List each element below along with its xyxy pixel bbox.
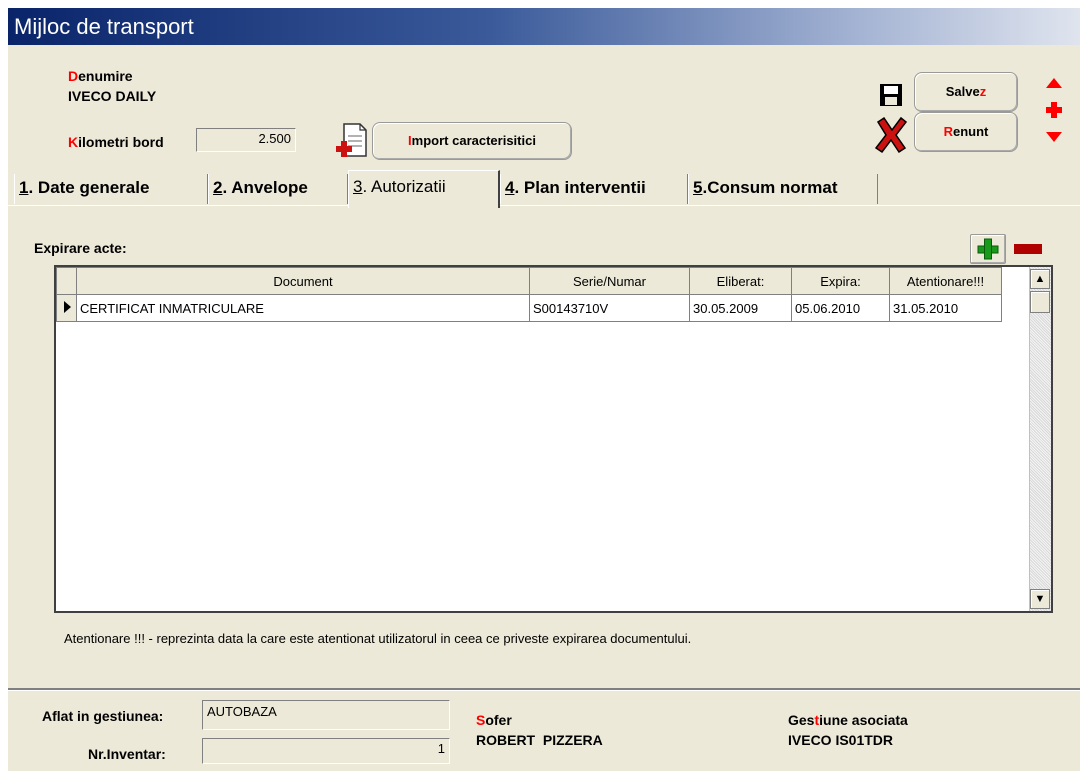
km-label: Kilometri bord — [68, 134, 164, 150]
gestiune-asociata-label: Gestiune asociata — [788, 712, 908, 728]
gestiune-asociata-value: IVECO IS01TDR — [788, 732, 894, 748]
arrow-down-icon[interactable] — [1044, 130, 1064, 144]
sofer-label: Sofer — [476, 712, 512, 728]
salvez-button[interactable]: Salvez — [914, 72, 1018, 112]
column-header-eliberat[interactable]: Eliberat: — [689, 267, 792, 295]
inventar-field[interactable]: 1 — [202, 738, 450, 764]
add-plus-icon[interactable] — [1044, 100, 1064, 120]
cell-atentionare[interactable]: 31.05.2010 — [889, 294, 1002, 322]
sofer-value: ROBERT PIZZERA — [476, 732, 603, 748]
cell-serie[interactable]: S00143710V — [529, 294, 690, 322]
gestiune-field[interactable]: AUTOBAZA — [202, 700, 450, 730]
column-header-expira[interactable]: Expira: — [791, 267, 890, 295]
indicator-header — [56, 267, 77, 295]
acte-table: Document Serie/Numar Eliberat: Expira: A… — [56, 267, 1002, 322]
tab-consum-normat[interactable]: 5.Consum normat — [688, 174, 878, 204]
denumire-label: Denumire — [68, 68, 133, 84]
column-header-document[interactable]: Document — [76, 267, 530, 295]
column-header-serie[interactable]: Serie/Numar — [529, 267, 690, 295]
import-document-icon[interactable] — [334, 122, 368, 162]
app-window: Mijloc de transport Denumire IVECO DAILY… — [8, 8, 1080, 771]
tab-autorizatii[interactable]: 3. Autorizatii — [348, 170, 500, 208]
expirare-acte-label: Expirare acte: — [34, 240, 127, 256]
window-title: Mijloc de transport — [14, 14, 194, 39]
acte-grid[interactable]: Document Serie/Numar Eliberat: Expira: A… — [54, 265, 1053, 613]
scroll-up-arrow-icon[interactable]: ▲ — [1030, 269, 1050, 289]
table-row[interactable]: CERTIFICAT INMATRICULARE S00143710V 30.0… — [56, 294, 1002, 322]
row-pointer-icon — [56, 294, 77, 322]
vertical-scrollbar[interactable]: ▲ ▼ — [1029, 267, 1051, 611]
renunt-button[interactable]: Renunt — [914, 112, 1018, 152]
column-header-atentionare[interactable]: Atentionare!!! — [889, 267, 1002, 295]
import-caracteristici-button[interactable]: Import caracterisitici — [372, 122, 572, 160]
scroll-thumb[interactable] — [1030, 291, 1050, 313]
inventar-label: Nr.Inventar: — [88, 746, 166, 762]
km-field[interactable]: 2.500 — [196, 128, 296, 152]
title-bar: Mijloc de transport — [8, 8, 1080, 45]
denumire-value: IVECO DAILY — [68, 88, 157, 104]
save-disk-icon — [878, 82, 904, 108]
tab-plan-interventii[interactable]: 4. Plan interventii — [500, 174, 688, 204]
cancel-x-icon — [874, 116, 908, 154]
cell-expira[interactable]: 05.06.2010 — [791, 294, 890, 322]
tab-anvelope[interactable]: 2. Anvelope — [208, 174, 348, 204]
cell-document[interactable]: CERTIFICAT INMATRICULARE — [76, 294, 530, 322]
tab-date-generale[interactable]: 1. Date generale — [14, 174, 208, 204]
cell-eliberat[interactable]: 30.05.2009 — [689, 294, 792, 322]
footer-divider — [8, 688, 1080, 691]
delete-row-icon[interactable] — [1014, 244, 1042, 254]
arrow-up-icon[interactable] — [1044, 76, 1064, 90]
table-header-row: Document Serie/Numar Eliberat: Expira: A… — [56, 267, 1002, 295]
add-row-button[interactable] — [970, 234, 1006, 264]
scroll-down-arrow-icon[interactable]: ▼ — [1030, 589, 1050, 609]
gestiune-label: Aflat in gestiunea: — [42, 708, 164, 724]
atentionare-note: Atentionare !!! - reprezinta data la car… — [64, 631, 692, 646]
